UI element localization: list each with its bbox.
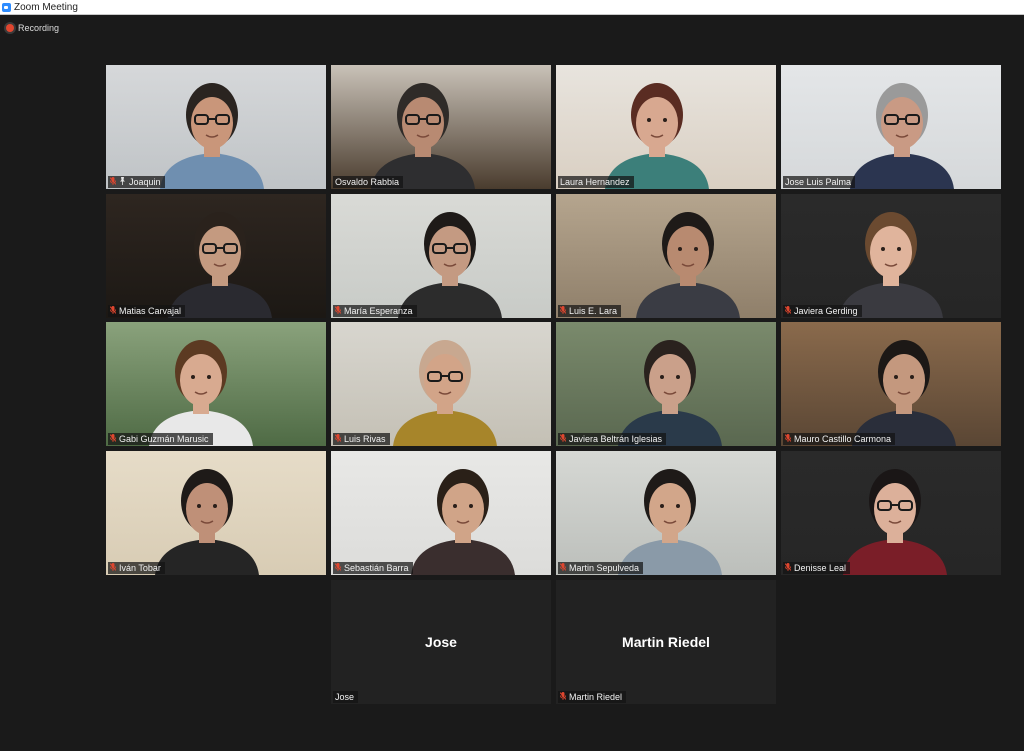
- participant-name-large: Martin Riedel: [622, 634, 710, 650]
- video-feed: [781, 65, 1001, 189]
- participant-tile[interactable]: Joaquin: [106, 65, 326, 189]
- mic-muted-icon: [560, 434, 566, 444]
- mic-muted-icon: [560, 306, 566, 316]
- video-feed: [331, 194, 551, 318]
- recording-label: Recording: [18, 23, 60, 33]
- participant-name: Joaquin: [129, 177, 161, 187]
- participant-name-label: Gabi Guzmán Marusic: [108, 433, 213, 445]
- participant-tile[interactable]: Matias Carvajal: [106, 194, 326, 318]
- participant-tile[interactable]: Sebastián Barra: [331, 451, 551, 575]
- participant-tile[interactable]: Jose Luis Palma: [781, 65, 1001, 189]
- participant-tile[interactable]: Laura Hernandez: [556, 65, 776, 189]
- participant-tile[interactable]: Javiera Beltrán Iglesias: [556, 322, 776, 446]
- mic-muted-icon: [335, 306, 341, 316]
- participant-name: Javiera Gerding: [794, 306, 858, 316]
- participant-name-label: Luis Rivas: [333, 433, 390, 445]
- video-feed: [781, 451, 1001, 575]
- participant-name-label: Sebastián Barra: [333, 562, 413, 574]
- video-feed: [556, 451, 776, 575]
- mic-muted-icon: [335, 434, 341, 444]
- participant-tile[interactable]: Luis Rivas: [331, 322, 551, 446]
- participant-name-label: Jose: [333, 691, 359, 703]
- mic-muted-icon: [110, 434, 116, 444]
- zoom-app-icon: [2, 2, 11, 12]
- video-feed: [331, 451, 551, 575]
- participant-name-label: Joaquin: [108, 176, 165, 188]
- participant-name-label: Mauro Castillo Carmona: [783, 433, 896, 445]
- participant-name: Martin Sepulveda: [569, 563, 640, 573]
- participant-name-label: Javiera Gerding: [783, 305, 862, 317]
- participant-name-label: Martin Riedel: [558, 691, 627, 703]
- video-feed: [106, 451, 326, 575]
- participant-tile[interactable]: Jose Jose: [331, 580, 551, 704]
- participant-name: Luis Rivas: [344, 434, 386, 444]
- participant-name-label: Laura Hernandez: [558, 176, 634, 188]
- video-feed: [781, 194, 1001, 318]
- participant-name-label: Luis E. Lara: [558, 305, 622, 317]
- participant-name: Matias Carvajal: [119, 306, 182, 316]
- video-feed: [556, 322, 776, 446]
- participant-name: María Esperanza: [344, 306, 413, 316]
- participant-tile[interactable]: Javiera Gerding: [781, 194, 1001, 318]
- recording-indicator[interactable]: Recording: [6, 23, 59, 33]
- video-feed: [106, 65, 326, 189]
- participant-tile[interactable]: Mauro Castillo Carmona: [781, 322, 1001, 446]
- title-bar: Zoom Meeting: [0, 0, 1024, 15]
- mic-muted-icon: [785, 306, 791, 316]
- pin-icon: [119, 177, 126, 187]
- participant-name-label: Iván Tobar: [108, 562, 165, 574]
- participant-tile[interactable]: Denisse Leal: [781, 451, 1001, 575]
- mic-muted-icon: [110, 177, 116, 187]
- participant-tile[interactable]: Martin Riedel Martin Riedel: [556, 580, 776, 704]
- mic-muted-icon: [560, 563, 566, 573]
- participant-name-label: Osvaldo Rabbia: [333, 176, 404, 188]
- video-feed: [556, 194, 776, 318]
- mic-muted-icon: [110, 563, 116, 573]
- mic-muted-icon: [785, 563, 791, 573]
- participant-tile[interactable]: Osvaldo Rabbia: [331, 65, 551, 189]
- recording-dot-icon: [6, 24, 14, 32]
- video-feed: [331, 322, 551, 446]
- participant-name: Martin Riedel: [569, 692, 623, 702]
- participant-tile[interactable]: Iván Tobar: [106, 451, 326, 575]
- mic-muted-icon: [335, 563, 341, 573]
- participant-name: Javiera Beltrán Iglesias: [569, 434, 663, 444]
- mic-muted-icon: [110, 306, 116, 316]
- participant-name: Sebastián Barra: [344, 563, 409, 573]
- participant-name-label: Matias Carvajal: [108, 305, 186, 317]
- participant-tile[interactable]: Luis E. Lara: [556, 194, 776, 318]
- participant-name-label: María Esperanza: [333, 305, 417, 317]
- participant-name: Denisse Leal: [794, 563, 847, 573]
- participant-name: Laura Hernandez: [560, 177, 630, 187]
- participant-tile[interactable]: Martin Sepulveda: [556, 451, 776, 575]
- participant-name: Iván Tobar: [119, 563, 161, 573]
- participant-name-label: Denisse Leal: [783, 562, 851, 574]
- video-feed: [106, 194, 326, 318]
- video-feed: [106, 322, 326, 446]
- participant-name-label: Martin Sepulveda: [558, 562, 644, 574]
- participant-name: Osvaldo Rabbia: [335, 177, 400, 187]
- participant-name-label: Javiera Beltrán Iglesias: [558, 433, 667, 445]
- video-feed: [781, 322, 1001, 446]
- participant-name-large: Jose: [425, 634, 457, 650]
- participant-name-label: Jose Luis Palma: [783, 176, 856, 188]
- participant-tile[interactable]: Gabi Guzmán Marusic: [106, 322, 326, 446]
- participant-name: Luis E. Lara: [569, 306, 618, 316]
- mic-muted-icon: [560, 692, 566, 702]
- participant-name: Mauro Castillo Carmona: [794, 434, 892, 444]
- video-feed: [331, 65, 551, 189]
- video-feed: [556, 65, 776, 189]
- mic-muted-icon: [785, 434, 791, 444]
- window-title: Zoom Meeting: [14, 1, 78, 13]
- participant-tile[interactable]: María Esperanza: [331, 194, 551, 318]
- participant-name: Jose Luis Palma: [785, 177, 852, 187]
- participant-name: Jose: [335, 692, 355, 702]
- participant-name: Gabi Guzmán Marusic: [119, 434, 209, 444]
